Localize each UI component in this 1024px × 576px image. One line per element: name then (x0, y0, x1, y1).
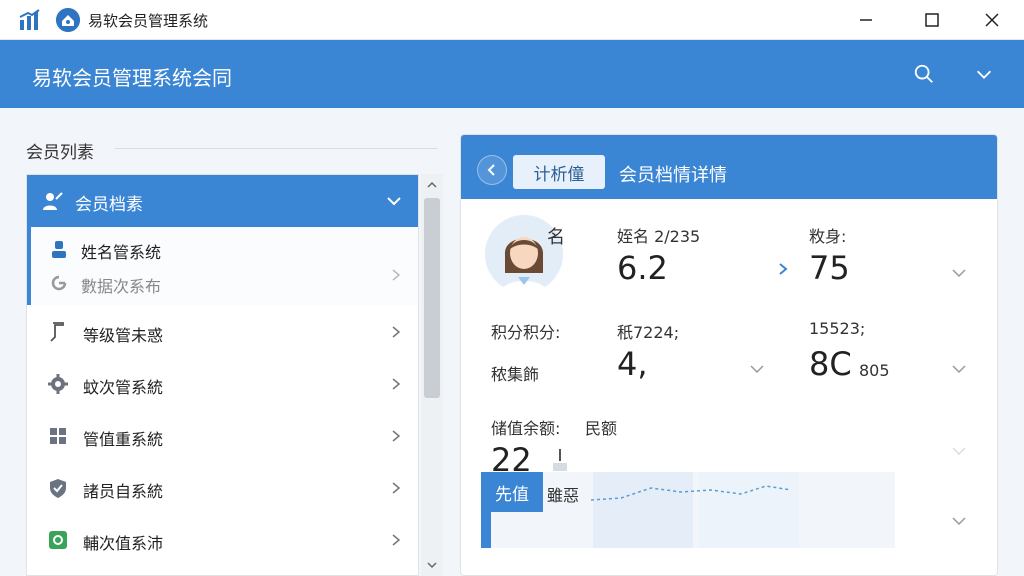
sidebar-item-level[interactable]: 等级管未惑 (27, 307, 418, 359)
maximize-icon (925, 13, 939, 27)
chevron-down-icon[interactable] (949, 263, 969, 283)
balance-label-2: 民额 (585, 419, 618, 438)
recharge-icon (49, 531, 67, 549)
chevron-down-icon[interactable] (425, 558, 439, 572)
chevron-down-icon[interactable] (747, 359, 767, 379)
app-brand: 易软会员管理系统会同 (32, 66, 232, 90)
field4-suffix: 805 (859, 361, 890, 380)
grid-icon (50, 428, 66, 444)
chevron-down-icon[interactable] (949, 441, 969, 461)
field1-label: 姪名 2/235 (617, 227, 701, 246)
sidebar-item-label: 輔次值系沛 (83, 534, 164, 553)
field1-value: 6.2 (617, 249, 668, 287)
sidebar-scrollbar[interactable] (421, 174, 443, 576)
chevron-left-icon (487, 164, 495, 176)
sidebar-item-security[interactable]: 諸员自系統 (27, 463, 418, 515)
chevron-down-icon[interactable] (949, 511, 969, 531)
points-label-2: 秾集飾 (491, 365, 540, 384)
refresh-icon (51, 275, 67, 291)
person-icon (52, 241, 66, 258)
maximize-button[interactable] (912, 6, 952, 34)
sidebar-item-label: 諸员自系統 (83, 482, 164, 501)
user-edit-icon (43, 192, 63, 210)
sidebar-item-label: 等级管未惑 (83, 326, 164, 345)
scrollbar-thumb[interactable] (424, 198, 440, 398)
chevron-down-icon (387, 197, 401, 206)
sidebar: 会员档素 姓名管系统 數据次系布 等级管未惑 蚊次管系統 管值重系統 諸员自系統… (26, 174, 419, 576)
field3-value: 4, (617, 345, 648, 383)
points-label: 积分积分: (491, 323, 561, 342)
search-button[interactable] (910, 60, 938, 88)
sidebar-item-recharge[interactable]: 輔次值系沛 (27, 515, 418, 567)
detail-header: 计析僮 会员档情详情 (461, 135, 997, 199)
minimize-icon (860, 19, 872, 21)
chevron-right-icon[interactable] (775, 261, 791, 277)
detail-tag[interactable]: 计析僮 (513, 155, 605, 189)
chevron-down-icon (976, 70, 992, 79)
sidebar-item-settings[interactable]: 蚊次管系統 (27, 359, 418, 411)
sidebar-group-label: 会员档素 (75, 195, 143, 215)
chevron-down-icon[interactable] (949, 359, 969, 379)
section-divider (115, 148, 438, 149)
member-list-title: 会员列素 (26, 143, 94, 163)
back-button[interactable] (477, 155, 507, 185)
balance-chart: 先值 雖惡 (481, 472, 895, 548)
chevron-right-icon (392, 430, 401, 442)
chevron-up-icon[interactable] (425, 178, 439, 192)
field2-label: 敉身: (809, 227, 847, 246)
field4-value: 8C (809, 345, 852, 383)
music-note-icon (50, 322, 64, 342)
sidebar-item-label: 蚊次管系統 (83, 378, 164, 397)
chevron-right-icon (392, 378, 401, 390)
chevron-right-icon (392, 326, 401, 338)
shield-icon (50, 479, 66, 498)
sidebar-item-value[interactable]: 管值重系統 (27, 411, 418, 463)
minimize-button[interactable] (846, 6, 886, 34)
field2-value: 75 (809, 249, 850, 287)
title-bar: 易软会员管理系统 (0, 0, 1024, 40)
header-menu-button[interactable] (970, 60, 998, 88)
field4-label: 15523; (809, 319, 866, 338)
app-header: 易软会员管理系统会同 (0, 40, 1024, 108)
sidebar-group-member-files[interactable]: 会员档素 (27, 175, 418, 227)
chart-subtitle: 雖惡 (547, 486, 580, 505)
bar-chart-icon (19, 9, 40, 30)
detail-title: 会员档情详情 (619, 165, 727, 186)
member-detail-panel: 计析僮 会员档情详情 名 姪名 2/235 6.2 敉身: 75 积分积分: 秾… (460, 134, 998, 576)
gear-icon (48, 374, 68, 394)
upload-icon (553, 449, 567, 471)
close-button[interactable] (972, 6, 1012, 34)
chevron-right-icon (392, 534, 401, 546)
logo-icon (56, 8, 80, 32)
sidebar-sub-item-label: 數据次系布 (81, 277, 162, 296)
sidebar-item-label: 管值重系統 (83, 430, 164, 449)
field3-label: 秖7224; (617, 323, 680, 342)
trend-line (591, 485, 791, 501)
name-label: 名 (547, 227, 565, 248)
sidebar-sub-items: 姓名管系统 數据次系布 (27, 227, 418, 305)
search-icon (914, 64, 933, 83)
balance-label: 储值余额: (491, 419, 561, 438)
chevron-right-icon (392, 482, 401, 494)
chart-tab[interactable]: 先值 (481, 472, 543, 512)
chevron-right-icon (392, 269, 401, 281)
close-icon (985, 13, 999, 27)
sidebar-sub-item-label: 姓名管系统 (81, 243, 162, 262)
window-title: 易软会员管理系统 (88, 12, 209, 30)
